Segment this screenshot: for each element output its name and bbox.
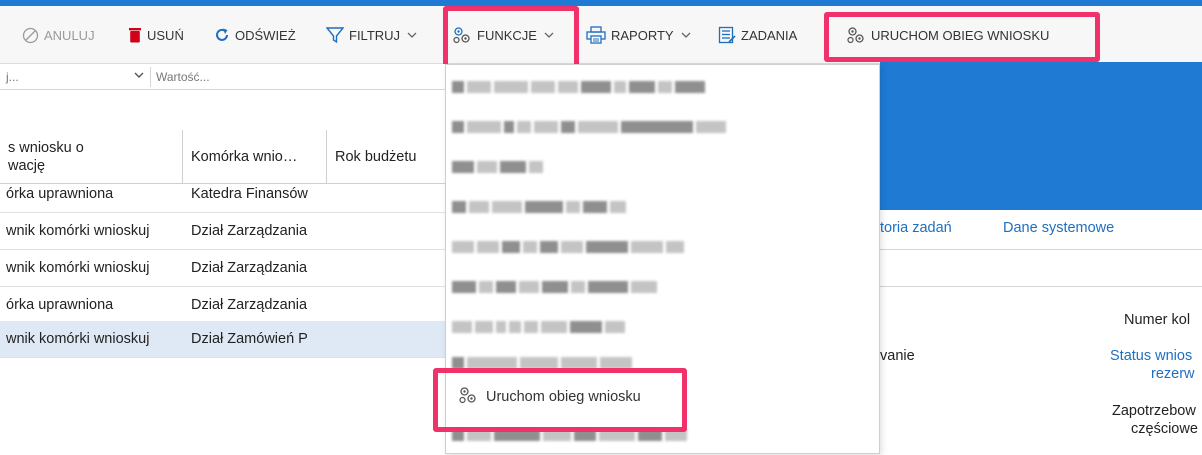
column-header-status-label: s wniosku o wację [8, 140, 84, 174]
filter-field-select[interactable]: j... [6, 70, 19, 84]
cell-status: órka uprawniona [6, 297, 114, 313]
functions-label: FUNKCJE [477, 27, 537, 43]
filter-label: FILTRUJ [349, 27, 401, 43]
gears-icon [452, 25, 472, 45]
cell-status: wnik komórki wnioskuj [6, 223, 150, 239]
chevron-down-icon [542, 30, 556, 40]
delete-label: USUŃ [147, 27, 184, 43]
reports-label: RAPORTY [611, 27, 674, 43]
chevron-down-icon[interactable] [133, 69, 145, 84]
filter-separator [150, 67, 151, 87]
tabs-divider [880, 249, 1202, 250]
cell-unit: Dział Zarządzania [191, 260, 308, 276]
tab-system-data[interactable]: Dane systemowe [1003, 220, 1114, 236]
table-row[interactable]: órka uprawniona Katedra Finansów [0, 176, 445, 213]
table-row[interactable]: wnik komórki wnioskuj Dział Zarządzania [0, 213, 445, 250]
cancel-icon [22, 27, 39, 44]
table-row-selected[interactable]: wnik komórki wnioskuj Dział Zamówień P [0, 321, 445, 358]
cell-unit: Dział Zamówień P [191, 331, 308, 347]
menu-item[interactable] [446, 267, 879, 307]
filter-icon [326, 26, 344, 44]
filter-button[interactable]: FILTRUJ [326, 14, 419, 56]
run-workflow-toolbar-button[interactable]: URUCHOM OBIEG WNIOSKU [846, 14, 1049, 56]
column-header-unit-label: Komórka wnio… [191, 149, 298, 165]
detail-demand-label-line2: częściowe [1131, 421, 1198, 437]
tasks-button[interactable]: ZADANIA [718, 14, 797, 56]
cancel-button[interactable]: ANULUJ [22, 14, 95, 56]
detail-status-label-line2[interactable]: rezerw [1151, 366, 1195, 382]
gears-icon [846, 25, 866, 45]
functions-button[interactable]: FUNKCJE [452, 14, 556, 56]
menu-item[interactable] [446, 107, 879, 147]
column-header-year-label: Rok budżetu [335, 149, 417, 165]
refresh-icon [214, 27, 230, 43]
functions-dropdown-menu: Uruchom obieg wniosku [445, 64, 880, 454]
menu-item[interactable] [446, 67, 879, 107]
menu-item[interactable] [446, 147, 879, 187]
records-grid: s wniosku o wację Komórka wnio… Rok budż… [0, 90, 445, 454]
cell-unit: Dział Zarządzania [191, 223, 308, 239]
chevron-down-icon [679, 30, 693, 40]
tasks-list-icon [718, 26, 736, 44]
gears-icon [458, 385, 478, 409]
trash-icon [128, 27, 142, 43]
detail-number-label: Numer kol [1124, 312, 1191, 328]
toolbar: ANULUJ USUŃ ODŚWIEŻ FILTRUJ FUNKCJE RAPO… [0, 6, 1202, 64]
cell-unit: Katedra Finansów [191, 186, 308, 202]
cell-status: órka uprawniona [6, 186, 114, 202]
cell-status: wnik komórki wnioskuj [6, 260, 150, 276]
table-row[interactable]: órka uprawniona Dział Zarządzania [0, 287, 445, 324]
filter-value-input[interactable]: Wartość... [156, 70, 210, 84]
menu-item[interactable] [446, 187, 879, 227]
menu-item[interactable] [446, 415, 879, 455]
tab-task-history[interactable]: toria zadań [880, 220, 952, 236]
cell-status: wnik komórki wnioskuj [6, 331, 150, 347]
reports-button[interactable]: RAPORTY [586, 14, 693, 56]
tasks-label: ZADANIA [741, 27, 798, 43]
cell-unit: Dział Zarządzania [191, 297, 308, 313]
filter-row: j... Wartość... [0, 64, 445, 90]
menu-item-run-workflow[interactable]: Uruchom obieg wniosku [446, 377, 879, 417]
detail-header-panel [880, 62, 1202, 210]
run-workflow-label: URUCHOM OBIEG WNIOSKU [871, 27, 1050, 43]
detail-status-label-line1[interactable]: Status wnios [1110, 348, 1192, 364]
cancel-label: ANULUJ [44, 27, 95, 43]
refresh-button[interactable]: ODŚWIEŻ [214, 14, 296, 56]
refresh-label: ODŚWIEŻ [235, 27, 296, 43]
table-row[interactable]: wnik komórki wnioskuj Dział Zarządzania [0, 250, 445, 287]
delete-button[interactable]: USUŃ [128, 14, 184, 56]
detail-demand-label-line1: Zapotrzebow [1112, 403, 1196, 419]
run-workflow-menu-label: Uruchom obieg wniosku [486, 389, 641, 405]
menu-item[interactable] [446, 227, 879, 267]
menu-item[interactable] [446, 307, 879, 347]
printer-icon [586, 26, 606, 44]
chevron-down-icon [405, 30, 419, 40]
detail-tabs: toria zadań Dane systemowe [880, 212, 1202, 250]
detail-value-fragment: vanie [880, 348, 915, 364]
section-divider [880, 286, 1202, 287]
